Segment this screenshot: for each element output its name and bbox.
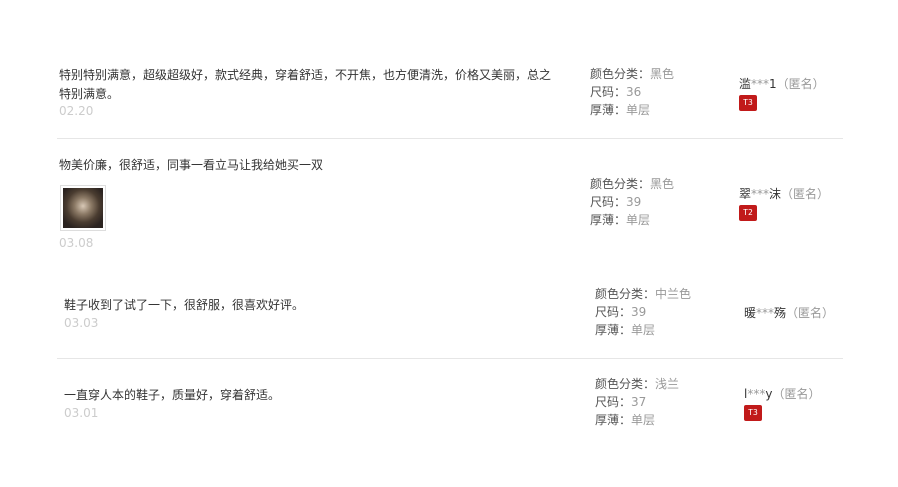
spec-thickness: 厚薄：单层: [595, 413, 656, 427]
divider: [57, 358, 843, 359]
spec-color: 颜色分类：中兰色: [595, 287, 692, 301]
review-photo-thumbnail[interactable]: [60, 185, 106, 231]
user-level-badge-icon: T3: [739, 95, 757, 111]
review-content: 特别特别满意，超级超级好，款式经典，穿着舒适，不开焦，也方便清洗，价格又美丽，总…: [59, 68, 552, 101]
spec-thickness: 厚薄：单层: [595, 323, 656, 337]
spec-color: 颜色分类：黑色: [590, 177, 675, 191]
review-date: 02.20: [59, 104, 94, 118]
reviewer-name: 暖***殇（匿名）: [744, 306, 835, 320]
photo-icon: [63, 188, 103, 228]
user-level-badge-icon: T2: [739, 205, 757, 221]
review-specs: 颜色分类：浅兰 尺码：37 厚薄：单层: [595, 375, 679, 429]
review-content: 物美价廉，很舒适，同事一看立马让我给她买一双: [59, 158, 324, 172]
review-content: 一直穿人本的鞋子，质量好，穿着舒适。: [64, 388, 281, 402]
review-specs: 颜色分类：黑色 尺码：39 厚薄：单层: [590, 175, 674, 229]
spec-size: 尺码：39: [590, 195, 642, 209]
spec-size: 尺码：39: [595, 305, 647, 319]
reviewer-name: 翠***沫（匿名）: [739, 187, 830, 201]
review-content: 鞋子收到了试了一下，很舒服，很喜欢好评。: [64, 298, 305, 312]
spec-color: 颜色分类：浅兰: [595, 377, 680, 391]
review-date: 03.08: [59, 236, 94, 250]
spec-thickness: 厚薄：单层: [590, 103, 651, 117]
review-specs: 颜色分类：黑色 尺码：36 厚薄：单层: [590, 65, 674, 119]
divider: [57, 138, 843, 139]
review-date: 03.01: [64, 406, 99, 420]
reviewer-name: l***y（匿名）: [744, 387, 821, 401]
spec-thickness: 厚薄：单层: [590, 213, 651, 227]
user-level-badge-icon: T3: [744, 405, 762, 421]
spec-color: 颜色分类：黑色: [590, 67, 675, 81]
reviewer-name: 滥***1（匿名）: [739, 77, 825, 91]
spec-size: 尺码：36: [590, 85, 642, 99]
spec-size: 尺码：37: [595, 395, 647, 409]
review-specs: 颜色分类：中兰色 尺码：39 厚薄：单层: [595, 285, 691, 339]
review-date: 03.03: [64, 316, 99, 330]
